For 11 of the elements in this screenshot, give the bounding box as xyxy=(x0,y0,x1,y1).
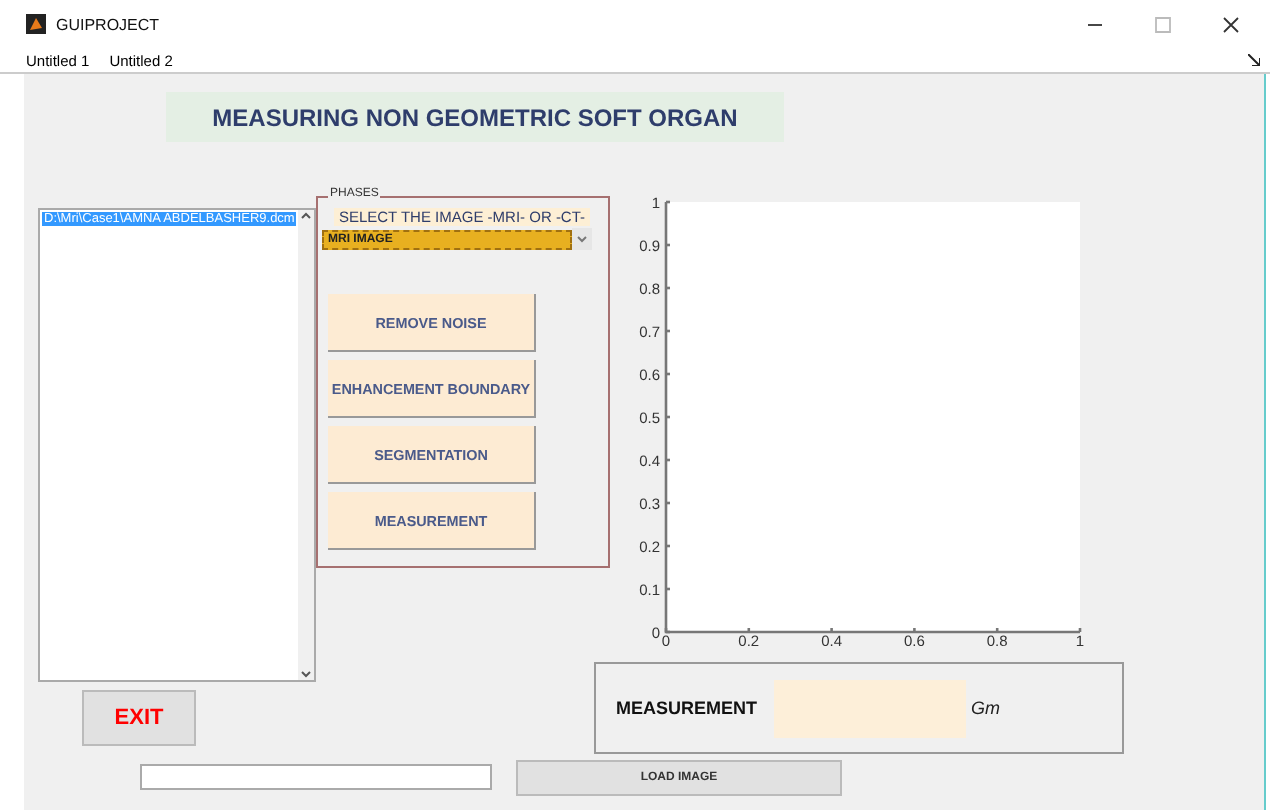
app-icon xyxy=(26,14,46,34)
measurement-label: MEASUREMENT xyxy=(616,698,758,718)
unit-label: Gm xyxy=(971,698,1001,718)
scroll-up-icon[interactable] xyxy=(300,210,313,222)
window-title: GUIPROJECT xyxy=(56,15,160,33)
path-field[interactable] xyxy=(140,764,492,790)
exit-button[interactable]: EXIT xyxy=(82,690,196,746)
close-icon[interactable] xyxy=(1222,15,1240,33)
toolbar-arrow-icon[interactable] xyxy=(1248,54,1260,66)
heading-banner: MEASURING NON GEOMETRIC SOFT ORGAN xyxy=(166,92,784,142)
scroll-down-icon[interactable] xyxy=(300,668,313,680)
